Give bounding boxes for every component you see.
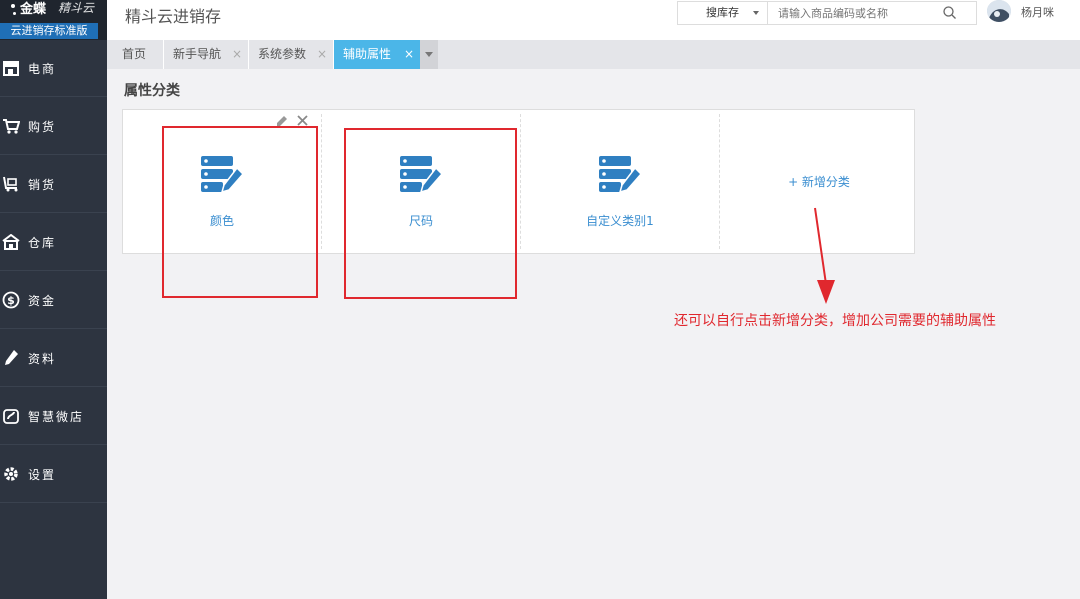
user-name[interactable]: 杨月咪 (1021, 4, 1054, 20)
dollar-icon: $ (2, 291, 20, 309)
sales-cart-icon (2, 175, 20, 193)
sidebar-item-purchase[interactable]: 购货 (0, 98, 107, 155)
sidebar-item-label: 设置 (28, 467, 57, 482)
highlight-box (344, 128, 517, 299)
gear-icon (2, 465, 20, 483)
section-title: 属性分类 (124, 83, 180, 99)
search-icon[interactable] (943, 6, 956, 19)
sidebar-item-label: 仓库 (28, 235, 57, 250)
tab-label: 辅助属性 (343, 47, 392, 61)
chevron-down-icon (753, 11, 759, 15)
tab-label: 系统参数 (258, 47, 307, 61)
tab-aux-attributes[interactable]: 辅助属性 × (334, 40, 420, 69)
pencil-icon (2, 349, 20, 367)
logo-dot-icon (13, 12, 16, 15)
cart-icon (2, 117, 20, 135)
tab-home[interactable]: 首页 (113, 40, 163, 69)
sidebar-item-ecommerce[interactable]: 电商 (0, 40, 107, 97)
tab-more-button[interactable] (420, 40, 438, 69)
sidebar-item-label: 电商 (28, 61, 57, 76)
store-icon (2, 59, 20, 77)
shop-bag-icon (2, 407, 20, 425)
sidebar-item-label: 资料 (28, 351, 57, 366)
sidebar-item-data[interactable]: 资料 (0, 330, 107, 387)
tab-label: 首页 (122, 47, 147, 61)
sidebar-item-label: 资金 (28, 293, 57, 308)
sidebar-item-label: 销货 (28, 177, 57, 192)
sidebar-item-settings[interactable]: 设置 (0, 446, 107, 503)
sidebar-item-funds[interactable]: $ 资金 (0, 272, 107, 329)
sidebar: 金蝶 精斗云 云进销存标准版 电商 购货 销货 仓库 $ 资金 资料 智慧微店 … (0, 0, 107, 599)
sidebar-item-sales[interactable]: 销货 (0, 156, 107, 213)
arrow-down-icon (810, 206, 840, 306)
search-scope-select[interactable]: 搜库存 (677, 1, 767, 25)
logo-sub: 精斗云 (58, 1, 95, 15)
sidebar-item-warehouse[interactable]: 仓库 (0, 214, 107, 271)
tab-system-params[interactable]: 系统参数 × (249, 40, 333, 69)
warehouse-icon (2, 233, 20, 251)
search-scope-label: 搜库存 (706, 6, 739, 19)
close-icon[interactable]: × (232, 40, 242, 69)
app-title: 精斗云进销存 (125, 7, 222, 26)
add-category-button[interactable]: + 新增分类 (720, 173, 918, 190)
top-header: 精斗云进销存 搜库存 杨月咪 (107, 0, 1080, 40)
edition-badge: 云进销存标准版 (0, 23, 98, 39)
close-icon[interactable]: × (404, 40, 414, 69)
tab-bar: 首页 新手导航 × 系统参数 × 辅助属性 × (107, 40, 1080, 69)
logo: 金蝶 精斗云 云进销存标准版 (0, 0, 107, 40)
tab-guide[interactable]: 新手导航 × (164, 40, 248, 69)
close-icon[interactable]: × (317, 40, 327, 69)
category-card-custom[interactable]: 自定义类别1 (521, 110, 719, 253)
sidebar-item-label: 智慧微店 (28, 409, 85, 424)
sidebar-item-microstore[interactable]: 智慧微店 (0, 388, 107, 445)
category-label[interactable]: 自定义类别1 (521, 212, 719, 229)
logo-brand: 金蝶 (20, 2, 47, 17)
svg-text:$: $ (7, 294, 15, 307)
avatar[interactable] (987, 0, 1011, 22)
highlight-box (162, 126, 318, 298)
logo-dot-icon (11, 4, 15, 8)
sidebar-item-label: 购货 (28, 119, 57, 134)
chevron-down-icon (425, 52, 433, 57)
tab-label: 新手导航 (173, 47, 222, 61)
annotation-text: 还可以自行点击新增分类，增加公司需要的辅助属性 (674, 313, 996, 329)
attribute-list-icon (597, 154, 643, 196)
